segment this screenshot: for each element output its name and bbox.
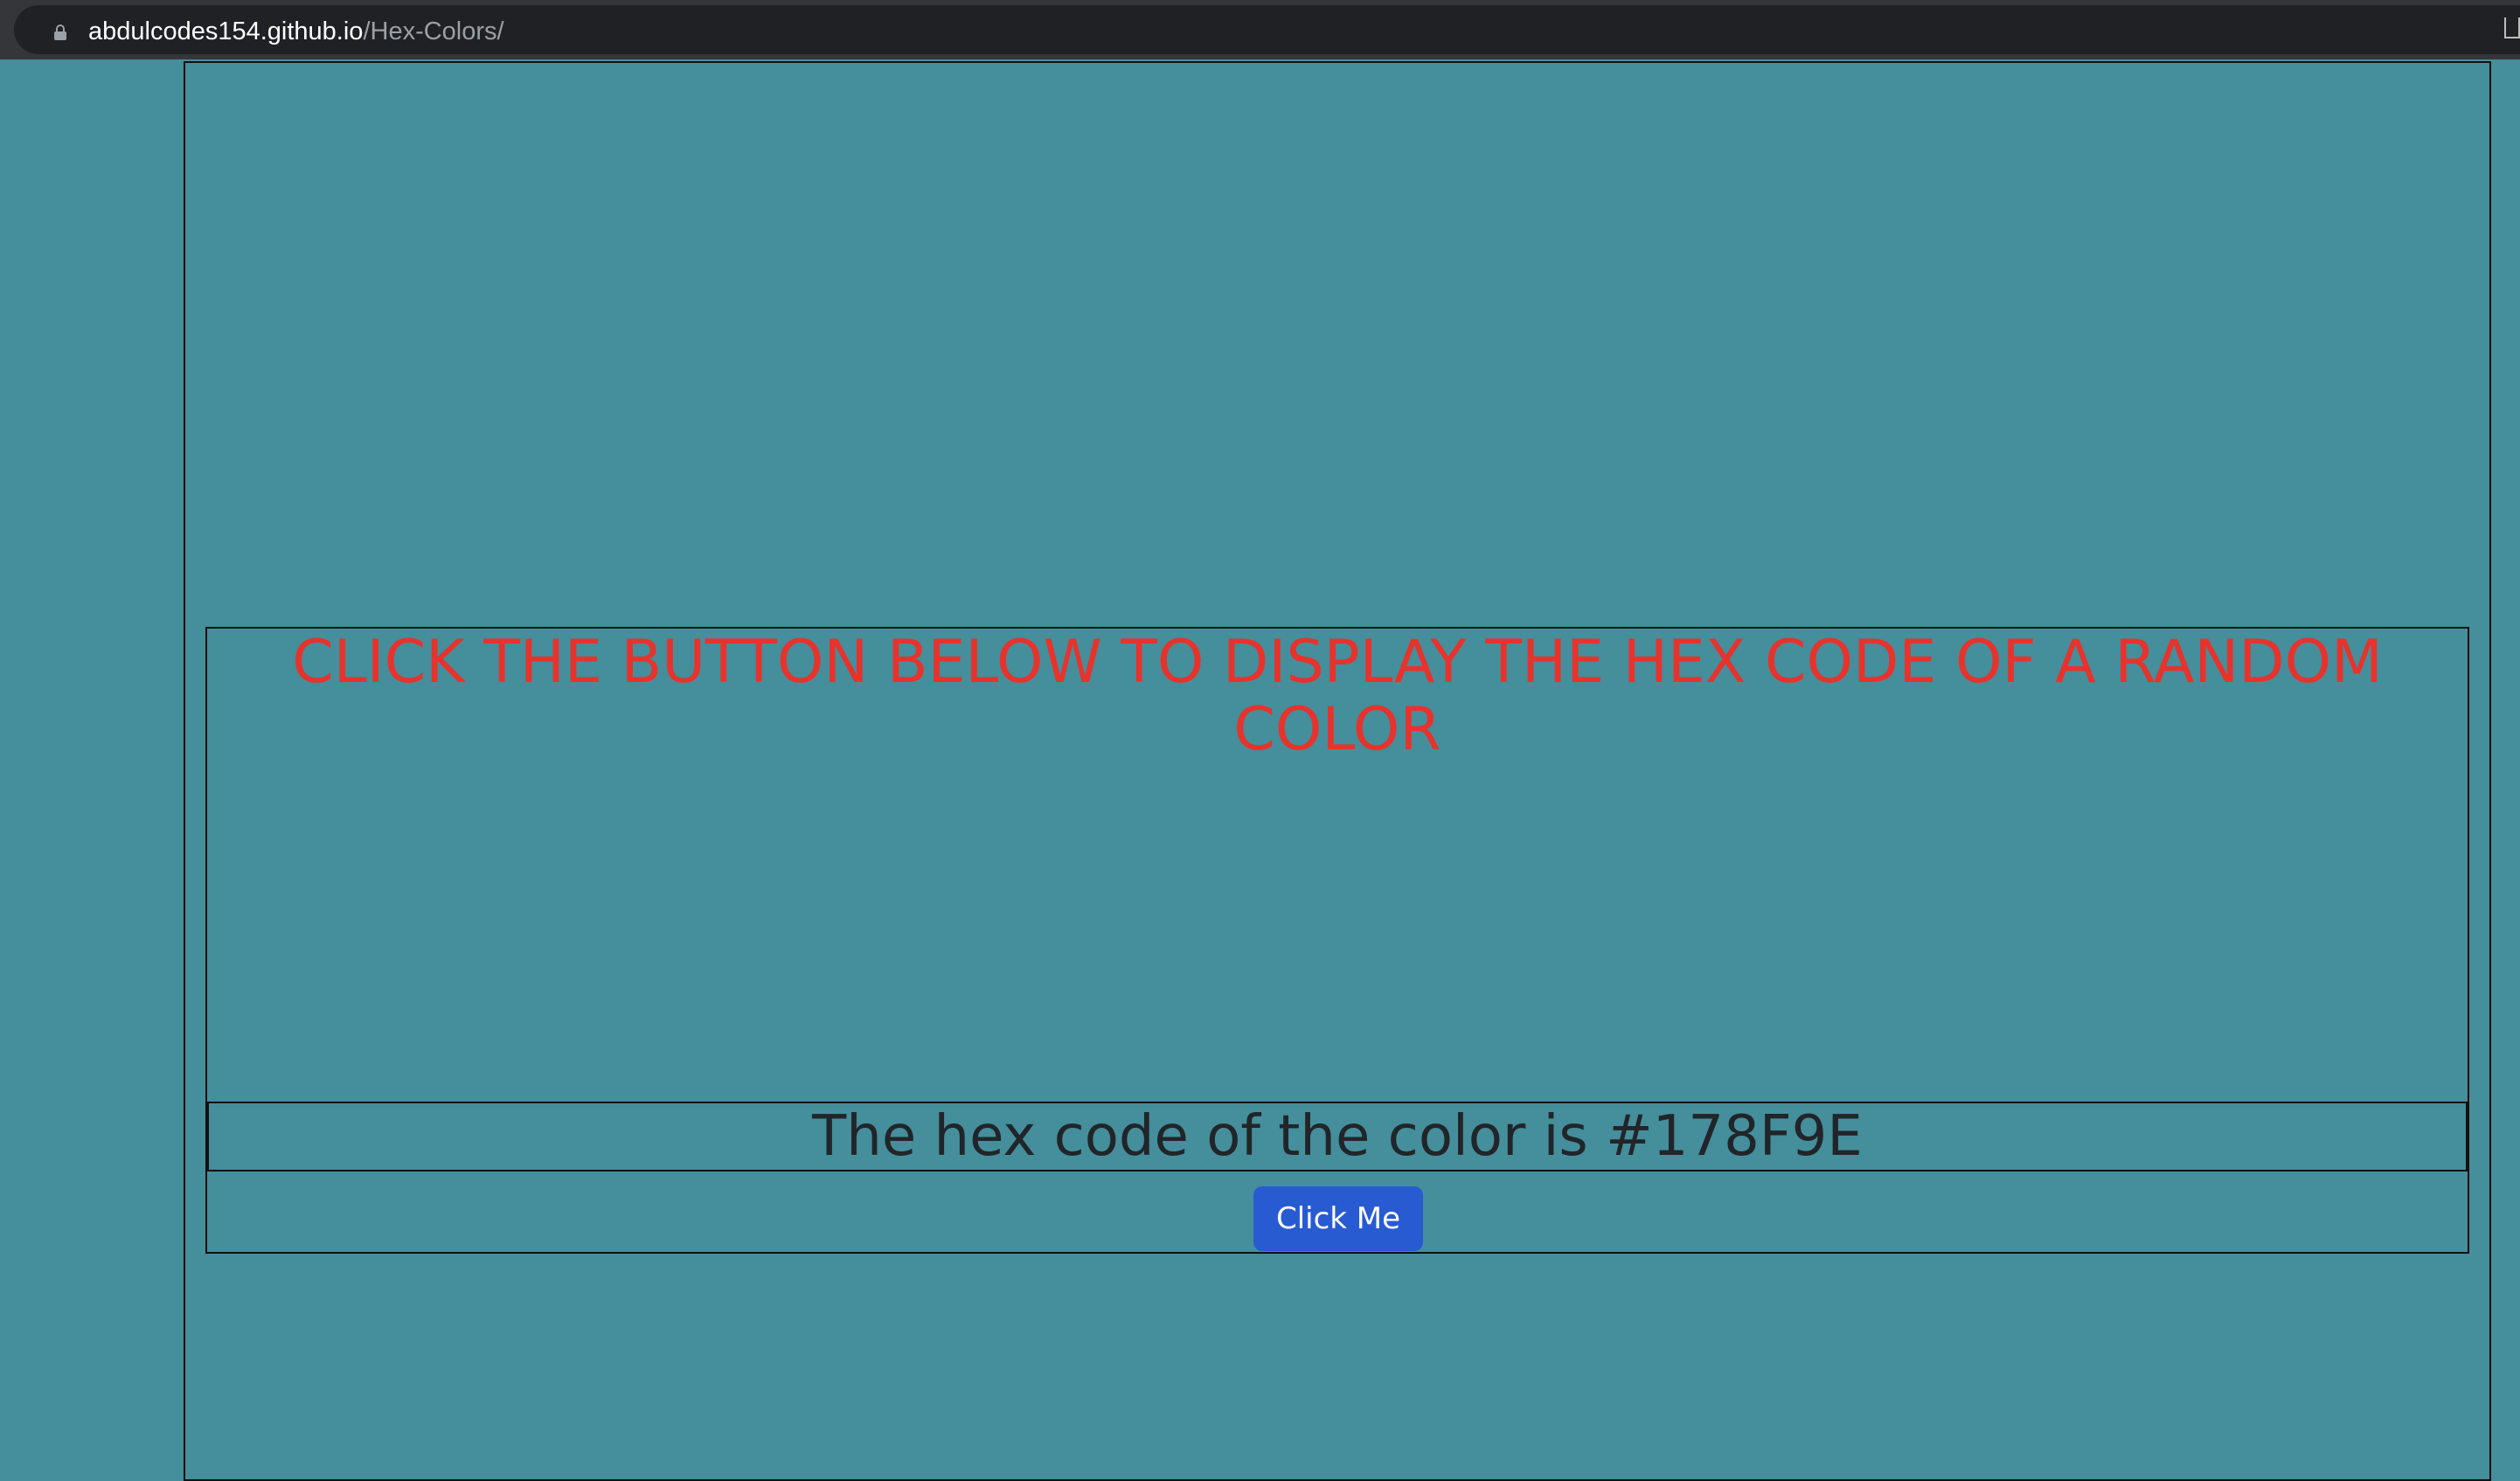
color-card: CLICK THE BUTTON BELOW TO DISPLAY THE HE…	[205, 627, 2469, 1254]
click-me-button[interactable]: Click Me	[1253, 1186, 1423, 1251]
share-icon[interactable]	[2504, 17, 2520, 38]
url-host: abdulcodes154.github.io	[88, 17, 364, 45]
lock-icon	[54, 24, 66, 40]
instruction-heading: CLICK THE BUTTON BELOW TO DISPLAY THE HE…	[292, 628, 2383, 764]
browser-toolbar: abdulcodes154.github.io/Hex-Colors/	[0, 0, 2520, 59]
hex-code-display: The hex code of the color is #178F9E	[207, 1102, 2468, 1172]
url-text[interactable]: abdulcodes154.github.io/Hex-Colors/	[88, 17, 504, 46]
address-bar[interactable]: abdulcodes154.github.io/Hex-Colors/	[14, 5, 2520, 54]
url-path: /Hex-Colors/	[363, 17, 504, 45]
